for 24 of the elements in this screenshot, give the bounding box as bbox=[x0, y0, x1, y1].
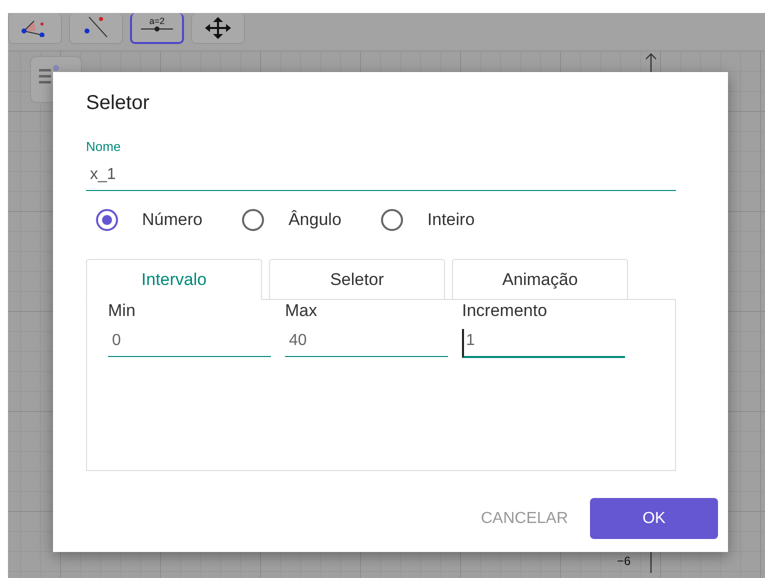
tool-button[interactable] bbox=[69, 13, 123, 44]
move-icon bbox=[204, 17, 232, 39]
radio-button[interactable] bbox=[242, 209, 264, 231]
field-label: Min bbox=[108, 301, 136, 321]
radio-label: Ângulo bbox=[288, 210, 342, 230]
tab[interactable]: Seletor bbox=[269, 259, 445, 300]
input-field[interactable]: 1 bbox=[462, 329, 625, 358]
tab[interactable]: Animação bbox=[452, 259, 628, 300]
radio-button[interactable] bbox=[96, 209, 118, 231]
tool-button[interactable] bbox=[191, 13, 245, 44]
radio-button[interactable] bbox=[381, 209, 404, 231]
axis-label: −6 bbox=[617, 554, 631, 568]
field-label: Max bbox=[285, 301, 318, 321]
slider-label: a=2 bbox=[149, 17, 165, 26]
radio-label: Número bbox=[142, 210, 202, 230]
field-label: Incremento bbox=[462, 301, 548, 321]
ok-button[interactable]: OK bbox=[590, 498, 718, 539]
slider-icon bbox=[140, 26, 174, 32]
field-label: Nome bbox=[86, 139, 122, 154]
tool-button[interactable]: a=2 bbox=[130, 13, 184, 44]
radio-label: Inteiro bbox=[427, 210, 475, 230]
tab[interactable]: Intervalo bbox=[86, 259, 262, 300]
dialog-title: Seletor bbox=[86, 92, 150, 115]
tool-button[interactable] bbox=[8, 13, 62, 44]
